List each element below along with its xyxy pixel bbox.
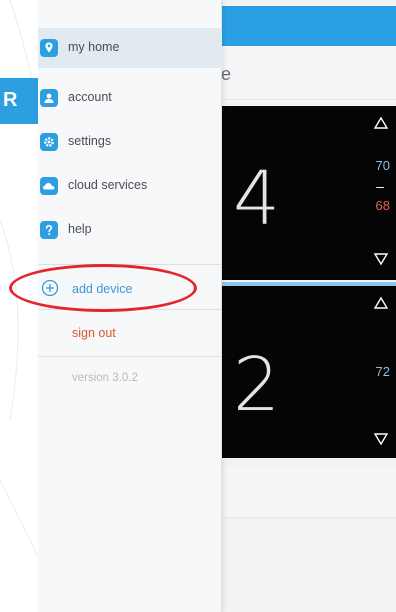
current-temperature: 4: [233, 156, 281, 242]
cloud-icon: [40, 177, 58, 195]
app-screen: R e 4 70 – 68 2 72 my home account setti…: [0, 0, 396, 612]
menu-item-cloud-services[interactable]: cloud services: [38, 166, 222, 206]
menu-item-settings[interactable]: settings: [38, 122, 222, 162]
menu-item-label: help: [68, 222, 92, 236]
corner-tab-letter: R: [3, 89, 18, 111]
question-icon: [40, 221, 58, 239]
menu-item-label: settings: [68, 134, 112, 148]
heat-setpoint: 68: [375, 198, 390, 213]
location-title-text: e: [221, 64, 232, 84]
thermostat-card-2[interactable]: 2 72: [215, 282, 396, 458]
app-header-bar: [215, 6, 396, 46]
thermostat-card-1[interactable]: 4 70 – 68: [215, 106, 396, 280]
menu-item-account[interactable]: account: [38, 78, 222, 118]
menu-item-label: cloud services: [68, 178, 148, 192]
corner-tab: R: [0, 78, 38, 124]
cool-setpoint: 70: [375, 158, 390, 173]
current-temperature: 2: [233, 342, 281, 428]
setpoint-down-arrow-icon[interactable]: [373, 252, 389, 266]
cool-setpoint: 72: [375, 364, 390, 379]
menu-item-my-home[interactable]: my home: [38, 28, 222, 68]
list-row: [215, 468, 396, 518]
menu-divider: [38, 356, 222, 357]
setpoint-separator: –: [376, 178, 384, 194]
person-card-icon: [40, 89, 58, 107]
location-title: e: [215, 46, 396, 100]
menu-item-label: account: [68, 90, 112, 104]
setpoint-up-arrow-icon[interactable]: [373, 116, 389, 130]
app-version-text: version 3.0.2: [72, 372, 138, 384]
location-pin-icon: [40, 39, 58, 57]
highlight-annotation-ring: [9, 264, 197, 312]
menu-item-help[interactable]: help: [38, 210, 222, 250]
setpoint-up-arrow-icon[interactable]: [373, 296, 389, 310]
gear-icon: [40, 133, 58, 151]
sign-out-link[interactable]: sign out: [72, 326, 116, 340]
setpoint-down-arrow-icon[interactable]: [373, 432, 389, 446]
menu-item-label: my home: [68, 40, 120, 54]
home-screen: e 4 70 – 68 2 72: [215, 0, 396, 612]
